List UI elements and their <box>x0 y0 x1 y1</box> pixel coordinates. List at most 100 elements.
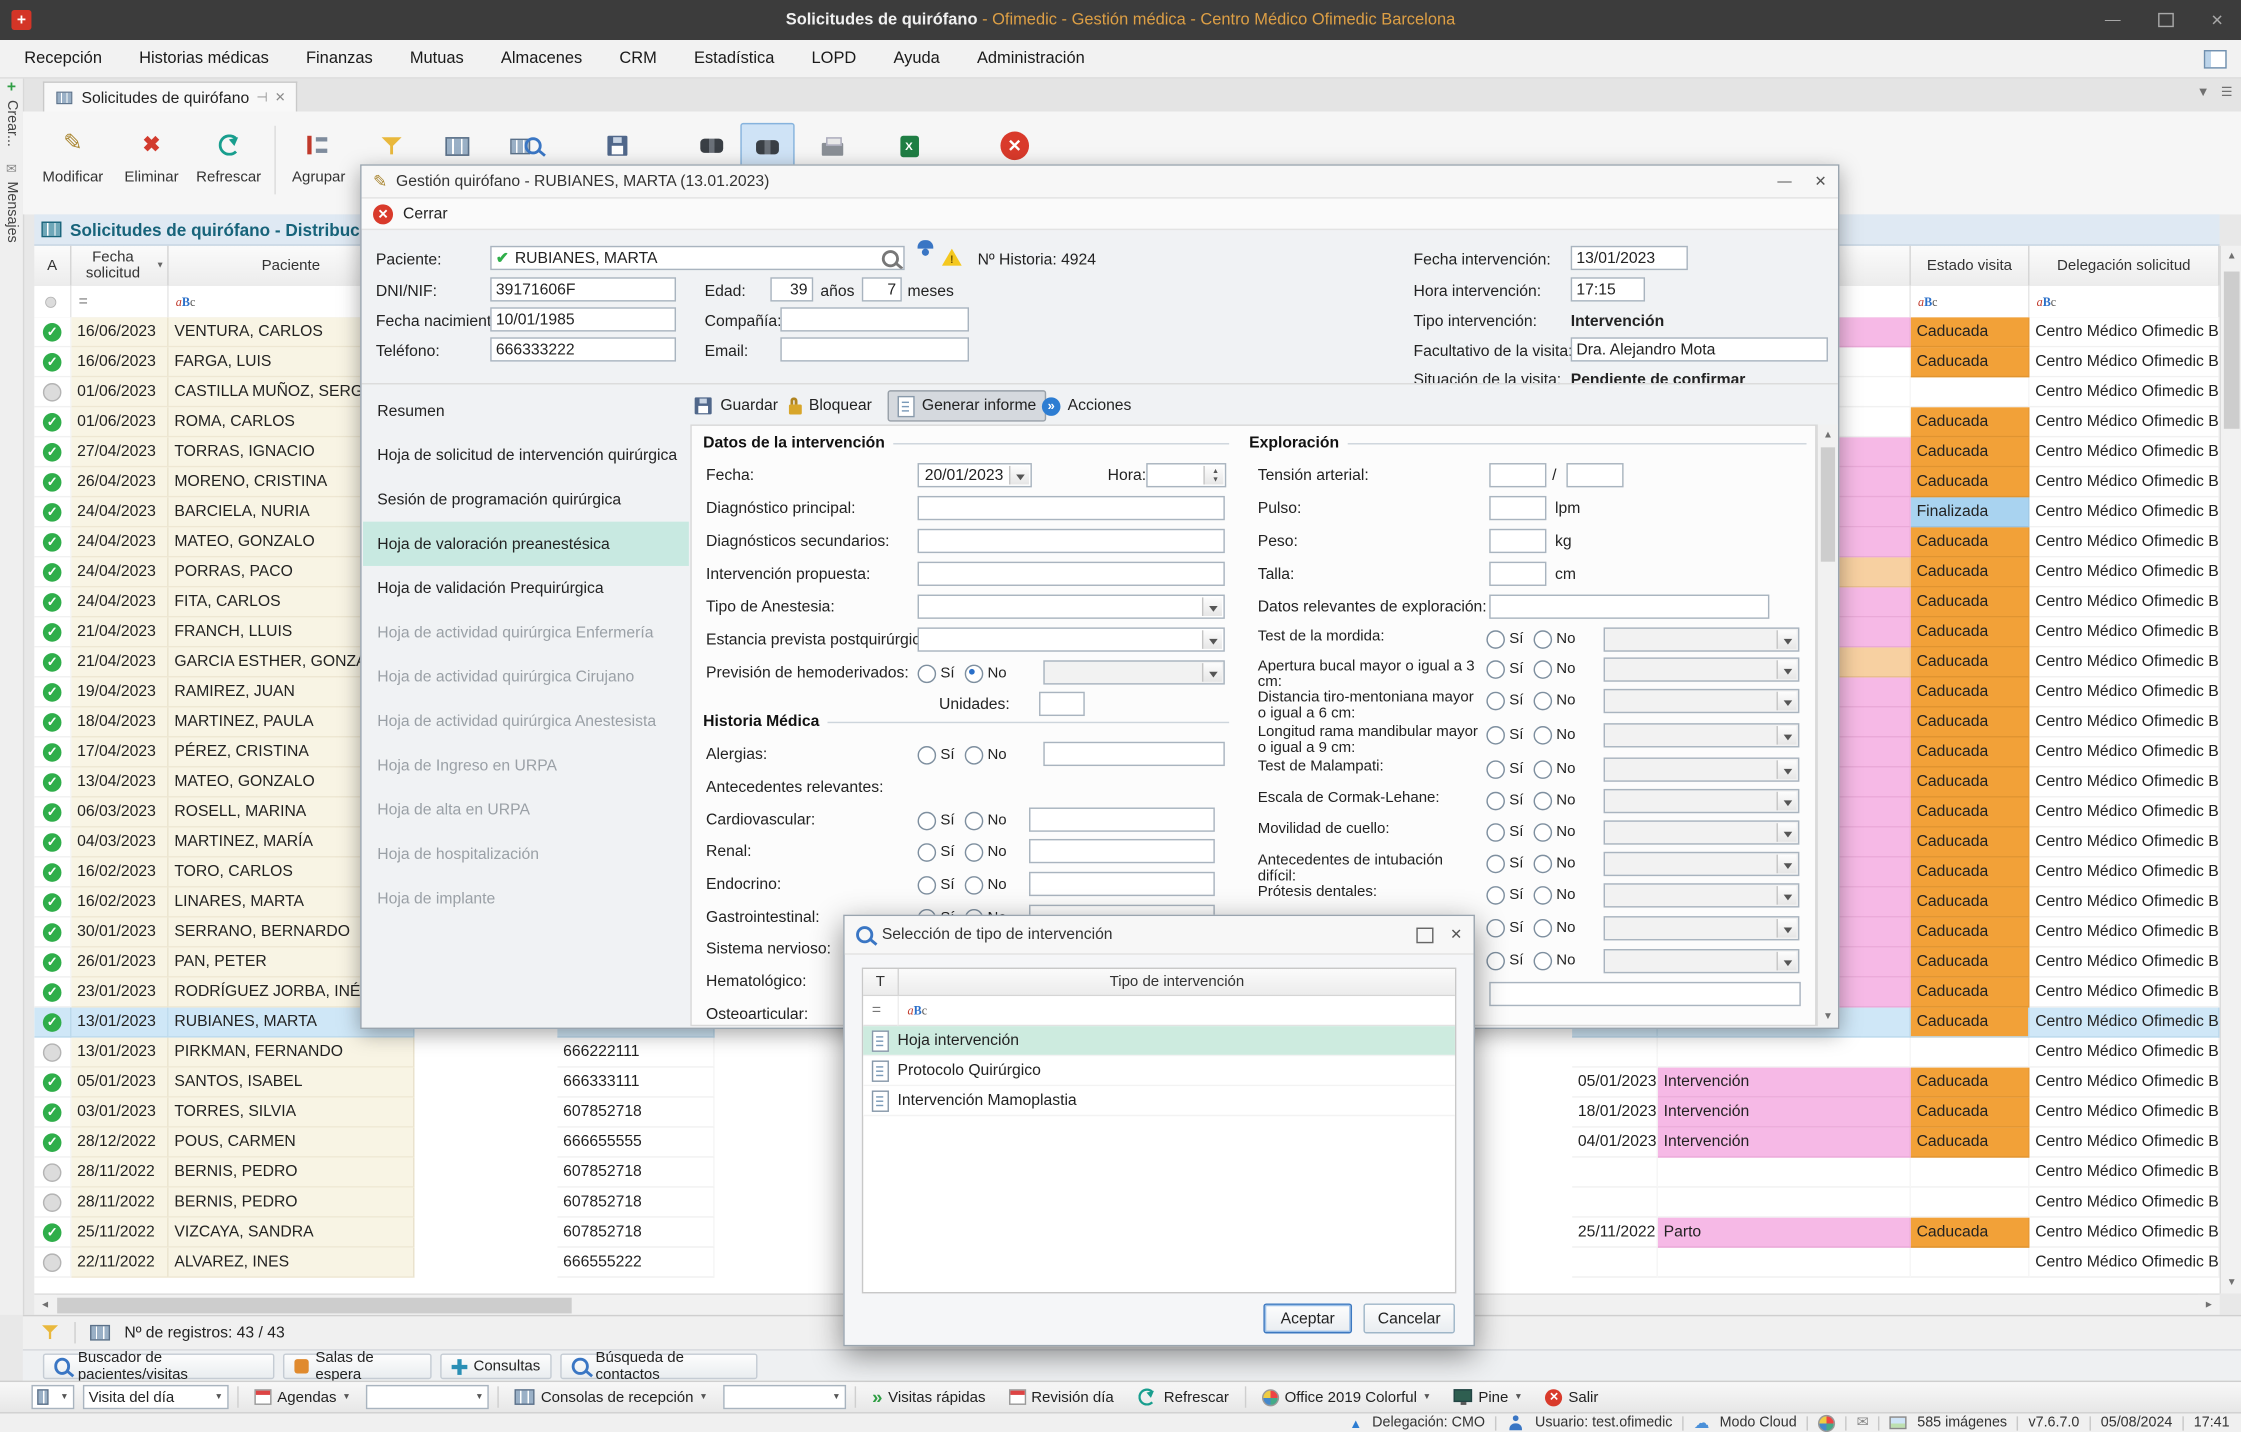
radio-No[interactable] <box>1533 630 1552 649</box>
scroll-left-icon[interactable]: ◄ <box>34 1295 55 1316</box>
revision-dia-button[interactable]: Revisión día <box>1001 1385 1121 1409</box>
menu-item-finanzas[interactable]: Finanzas <box>287 39 391 78</box>
radio-Sí[interactable] <box>1486 854 1505 873</box>
scroll-down-icon[interactable]: ▼ <box>1818 1006 1838 1026</box>
radio-No[interactable] <box>965 843 984 862</box>
radio-No[interactable] <box>1533 760 1552 779</box>
radio-Sí[interactable] <box>1486 725 1505 744</box>
facultativo-field[interactable]: Dra. Alejandro Mota <box>1571 337 1828 361</box>
peso-field[interactable] <box>1489 529 1546 553</box>
filter-cell-estado[interactable]: aBc <box>1911 286 2030 317</box>
scroll-right-icon[interactable]: ► <box>2198 1295 2219 1316</box>
visitas-rapidas-button[interactable]: »Visitas rápidas <box>865 1385 993 1409</box>
tab-dropdown-icon[interactable]: ▼ <box>2197 84 2210 100</box>
picker-close-icon[interactable]: ✕ <box>1450 927 1462 943</box>
radio-No[interactable] <box>1533 823 1552 842</box>
generar-informe-button[interactable]: Generar informe <box>888 390 1047 421</box>
filter-builder-icon[interactable] <box>42 1325 58 1340</box>
menu-item-crm[interactable]: CRM <box>601 39 676 78</box>
exploration-combo[interactable] <box>1604 949 1800 973</box>
layout-icon[interactable] <box>2204 49 2227 68</box>
menu-item-administración[interactable]: Administración <box>958 39 1103 78</box>
pin-icon[interactable]: ⊣ <box>256 90 267 106</box>
radio-No[interactable] <box>1533 791 1552 810</box>
agrupar-button[interactable]: Agrupar <box>283 120 354 203</box>
tab-list-icon[interactable]: ☰ <box>2221 84 2233 100</box>
minimize-button[interactable]: — <box>2105 11 2121 28</box>
consolas-button[interactable]: Consolas de recepción▼ <box>508 1385 715 1409</box>
picker-filter-tipo[interactable]: aBc <box>898 996 1455 1026</box>
radio-No[interactable] <box>965 745 984 764</box>
dialog-scrollbar[interactable]: ▲ ▼ <box>1817 424 1837 1026</box>
datos-exploracion-field[interactable] <box>1489 595 1769 619</box>
palette-icon[interactable] <box>1818 1414 1835 1431</box>
scroll-up-icon[interactable]: ▲ <box>2221 246 2241 267</box>
scroll-up-icon[interactable]: ▲ <box>1818 424 1838 444</box>
compania-field[interactable] <box>780 307 969 331</box>
exploracion-extra-field[interactable] <box>1489 982 1801 1006</box>
patient-search-icon[interactable] <box>882 249 899 266</box>
messages-icon[interactable]: ✉ <box>0 161 23 177</box>
filter-cell-a[interactable] <box>34 286 71 317</box>
radio-No[interactable] <box>965 875 984 894</box>
exploration-combo[interactable] <box>1604 789 1800 813</box>
radio-Sí[interactable] <box>1486 918 1505 937</box>
restore-button[interactable] <box>2158 13 2174 27</box>
dialog-nav-item[interactable]: Resumen <box>363 389 689 433</box>
radio-Sí[interactable] <box>1486 630 1505 649</box>
tension-dia-field[interactable] <box>1566 463 1623 487</box>
picker-item[interactable]: Intervención Mamoplastia <box>863 1086 1455 1116</box>
office-skin-select[interactable]: Office 2019 Colorful▼ <box>1255 1385 1439 1409</box>
rail-create[interactable]: Crear... <box>4 100 20 147</box>
salir-button[interactable]: ✕Salir <box>1538 1385 1605 1409</box>
intervencion-propuesta-field[interactable] <box>918 562 1225 586</box>
tab-solicitudes[interactable]: Solicitudes de quirófano ⊣ ✕ <box>43 81 297 112</box>
cancel-button[interactable]: ✕ <box>989 123 1040 169</box>
exploration-combo[interactable] <box>1604 757 1800 781</box>
picker-item[interactable]: Protocolo Quirúrgico <box>863 1056 1455 1086</box>
close-button[interactable]: ✕ <box>2211 11 2224 30</box>
exploration-combo[interactable] <box>1604 657 1800 681</box>
busqueda-contactos-button[interactable]: Búsqueda de contactos <box>560 1353 757 1379</box>
filter-cell-delegacion[interactable]: aBc <box>2029 286 2219 317</box>
filter-cell-fecha[interactable]: = <box>71 286 168 317</box>
dialog-minimize-icon[interactable]: — <box>1777 174 1791 190</box>
consultas-button[interactable]: Consultas <box>440 1353 551 1379</box>
consolas-select[interactable]: ▼ <box>723 1385 846 1409</box>
export-xls-button[interactable]: X <box>883 123 934 169</box>
view-mode-iconbox[interactable]: ▼ <box>31 1385 74 1409</box>
email-field[interactable] <box>780 337 969 361</box>
radio-No[interactable] <box>1533 854 1552 873</box>
picker-maximize-icon[interactable] <box>1416 927 1433 943</box>
estancia-combo[interactable] <box>918 627 1225 651</box>
find-button[interactable] <box>686 123 737 169</box>
radio-No[interactable] <box>1533 725 1552 744</box>
radio-No[interactable] <box>1533 918 1552 937</box>
radio-Sí[interactable] <box>918 745 937 764</box>
column-header-fecha[interactable]: Fecha solicitud▼ <box>71 246 168 286</box>
mail-icon[interactable]: ✉ <box>1857 1415 1869 1431</box>
exploration-combo[interactable] <box>1604 627 1800 651</box>
buscador-pacientes-button[interactable]: Buscador de pacientes/visitas <box>43 1353 275 1379</box>
exploration-combo[interactable] <box>1604 883 1800 907</box>
radio-Sí[interactable] <box>1486 951 1505 970</box>
dialog-nav-item[interactable]: Hoja de validación Prequirúrgica <box>363 566 689 610</box>
menu-item-mutuas[interactable]: Mutuas <box>391 39 482 78</box>
telefono-field[interactable]: 666333222 <box>490 337 676 361</box>
fecha-combo[interactable]: 20/01/2023 <box>918 463 1032 487</box>
hora-spinner[interactable] <box>1146 463 1226 487</box>
refrescar-bottom-button[interactable]: Refrescar <box>1130 1385 1236 1409</box>
menu-item-estadística[interactable]: Estadística <box>675 39 793 78</box>
aceptar-button[interactable]: Aceptar <box>1263 1303 1352 1333</box>
picker-filter-t[interactable]: = <box>863 996 897 1026</box>
picker-item[interactable]: Hoja intervención <box>863 1026 1455 1056</box>
menu-item-lopd[interactable]: LOPD <box>793 39 875 78</box>
paciente-field[interactable]: ✔ RUBIANES, MARTA <box>490 246 904 270</box>
exploration-combo[interactable] <box>1604 852 1800 876</box>
dialog-close-icon[interactable]: ✕ <box>1815 174 1827 190</box>
tipo-anestesia-combo[interactable] <box>918 595 1225 619</box>
fnac-field[interactable]: 10/01/1985 <box>490 307 676 331</box>
alergias-field[interactable] <box>1043 742 1225 766</box>
hemoderivados-combo[interactable] <box>1043 660 1225 684</box>
talla-field[interactable] <box>1489 562 1546 586</box>
